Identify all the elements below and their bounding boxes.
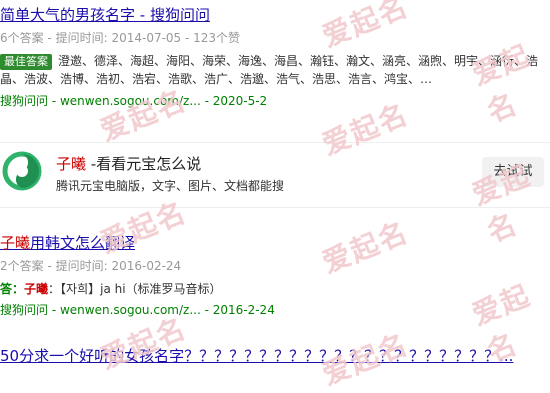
answer-snippet: 答：子曦：【자희】ja hi（标准罗马音标） xyxy=(0,280,550,297)
result-title-link[interactable]: 简单大气的男孩名字 - 搜狗问问 xyxy=(0,4,550,25)
best-answer: 最佳答案 澄邀、德泽、海超、海阳、海荣、海逸、海昌、瀚钰、瀚文、涵亮、涵煦、明宇、… xyxy=(0,52,550,88)
answer-label: 答： xyxy=(0,282,25,296)
search-result: 50分求一个好听的女孩名字？？？？？？？？？？？？？？？？？？？？？... xyxy=(0,345,550,366)
yuanbao-ad-card: 子曦 -看看元宝怎么说 腾讯元宝电脑版，文字、图片、文档都能搜 去试试 xyxy=(0,142,550,208)
answer-highlight: 子曦 xyxy=(24,282,49,296)
ad-title-link[interactable]: 子曦 -看看元宝怎么说 xyxy=(56,153,201,174)
result-title-link[interactable]: 50分求一个好听的女孩名字？？？？？？？？？？？？？？？？？？？？？... xyxy=(0,345,550,366)
search-result: 简单大气的男孩名字 - 搜狗问问 6个答案 - 提问时间: 2014-07-05… xyxy=(0,4,550,109)
result-title-link[interactable]: 子曦用韩文怎么翻译 xyxy=(0,232,550,253)
result-meta: 6个答案 - 提问时间: 2014-07-05 - 123个赞 xyxy=(0,31,241,45)
result-meta: 2个答案 - 提问时间: 2016-02-24 xyxy=(0,259,182,273)
result-source-link[interactable]: 搜狗问问 - wenwen.sogou.com/z... - 2016-2-24 xyxy=(0,301,550,318)
ad-title-highlight: 子曦 xyxy=(56,155,87,173)
title-text: 用韩文怎么翻译 xyxy=(30,234,136,252)
answer-text: ：【자희】ja hi（标准罗马音标） xyxy=(48,282,222,296)
title-highlight: 子曦 xyxy=(0,234,31,252)
best-answer-badge: 最佳答案 xyxy=(0,54,52,70)
ad-title-text: -看看元宝怎么说 xyxy=(86,155,202,173)
best-answer-text: 澄邀、德泽、海超、海阳、海荣、海逸、海昌、瀚钰、瀚文、涵亮、涵煦、明宇、涵衍、浩… xyxy=(0,54,539,86)
result-source-link[interactable]: 搜狗问问 - wenwen.sogou.com/z... - 2020-5-2 xyxy=(0,92,550,109)
ad-description: 腾讯元宝电脑版，文字、图片、文档都能搜 xyxy=(56,179,285,193)
search-result: 子曦用韩文怎么翻译 2个答案 - 提问时间: 2016-02-24 答：子曦：【… xyxy=(0,232,550,318)
yuanbao-logo-icon xyxy=(2,151,42,191)
try-it-button[interactable]: 去试试 xyxy=(482,157,544,187)
